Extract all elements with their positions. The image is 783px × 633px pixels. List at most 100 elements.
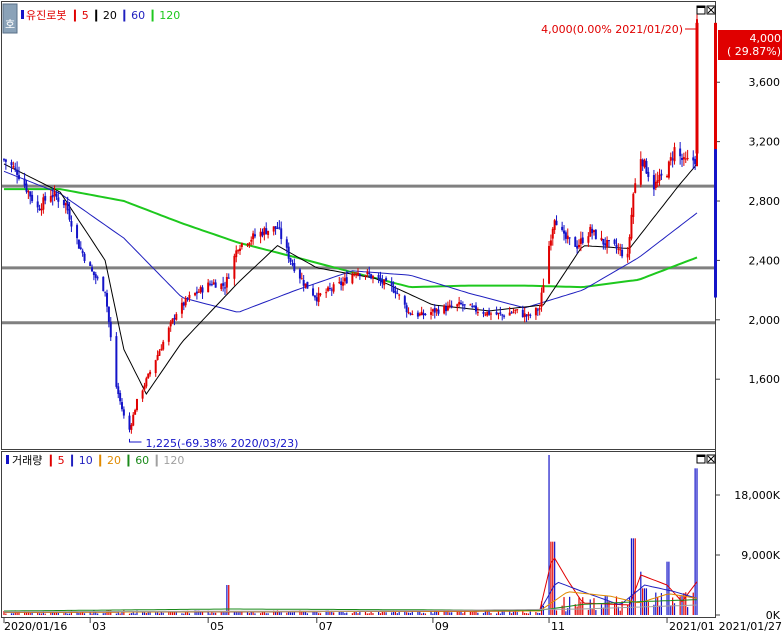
candle-body xyxy=(615,244,618,249)
volume-bar xyxy=(173,612,176,615)
candle-body xyxy=(514,309,517,311)
volume-bar xyxy=(666,561,668,615)
candle-body xyxy=(476,312,479,314)
volume-bar xyxy=(512,611,515,615)
candle-body xyxy=(147,373,150,379)
candle-body xyxy=(313,295,316,298)
candle-body xyxy=(160,348,163,351)
candle-body xyxy=(89,262,92,266)
candle-body xyxy=(527,314,530,316)
candle-body xyxy=(38,208,41,211)
volume-bar xyxy=(524,612,526,615)
current-price-value: 4,000 xyxy=(750,32,782,45)
volume-bar xyxy=(396,613,398,615)
candle-body xyxy=(92,271,95,276)
volume-bar xyxy=(458,611,460,615)
volume-bar xyxy=(155,612,157,615)
candle-body xyxy=(409,313,412,315)
volume-bar xyxy=(580,601,582,615)
candle-body xyxy=(259,231,262,237)
candle-body xyxy=(654,181,657,188)
candle-body xyxy=(184,298,187,306)
volume-bar xyxy=(495,613,498,615)
range-bar-down xyxy=(714,149,717,298)
volume-bar xyxy=(76,612,78,615)
candle-body xyxy=(156,355,159,360)
stock-chart: 3,600 3,200 2,800 2,400 2,000 1,600 18,000K 9,… xyxy=(0,0,783,633)
volume-bar xyxy=(188,613,191,615)
candle-body xyxy=(681,157,684,160)
candle-body xyxy=(379,277,382,281)
candle-body xyxy=(117,386,120,395)
candle-body xyxy=(534,307,537,316)
vol-ma5-legend: 5 xyxy=(58,454,65,467)
volume-bar xyxy=(377,611,380,615)
candle-body xyxy=(293,262,296,272)
candle-body xyxy=(458,302,461,305)
candle-body xyxy=(345,277,348,284)
volume-bar xyxy=(694,468,696,615)
volume-bar xyxy=(263,611,265,615)
candle-body xyxy=(227,277,230,279)
candle-body xyxy=(343,278,346,282)
candle-body xyxy=(169,322,172,327)
volume-bar xyxy=(53,612,56,615)
volume-bar xyxy=(12,613,14,615)
volume-bar xyxy=(640,571,642,615)
volume-bar xyxy=(627,604,629,615)
price-tick-label: 2,400 xyxy=(749,254,781,267)
price-close-button[interactable] xyxy=(706,5,716,15)
price-maximize-button[interactable] xyxy=(696,5,706,15)
candle-body xyxy=(368,272,371,275)
volume-close-button[interactable] xyxy=(706,454,716,464)
candle-body xyxy=(551,228,554,239)
candle-body xyxy=(240,243,243,247)
candle-body xyxy=(267,230,270,235)
volume-series-swatch xyxy=(6,455,9,464)
volume-bar xyxy=(398,612,400,615)
x-tick-label: 07 xyxy=(319,620,333,633)
x-end-label: 2021/01/27 xyxy=(719,620,782,633)
candle-body xyxy=(325,292,328,294)
candle-body xyxy=(263,228,266,235)
candle-body xyxy=(79,247,82,250)
volume-maximize-button[interactable] xyxy=(696,454,706,464)
candle-body xyxy=(207,282,210,293)
volume-bar xyxy=(555,610,558,615)
candle-body xyxy=(36,201,39,208)
candle-body xyxy=(194,292,197,296)
volume-bar xyxy=(183,613,185,615)
volume-bar xyxy=(449,612,451,615)
candle-body xyxy=(312,288,315,296)
volume-bar xyxy=(563,597,565,615)
volume-bar xyxy=(333,612,335,615)
volume-bar xyxy=(104,613,106,615)
volume-bar xyxy=(589,599,591,615)
volume-bar xyxy=(171,612,174,615)
candle-body xyxy=(602,238,605,245)
volume-bar xyxy=(647,601,649,615)
candle-body xyxy=(420,311,423,315)
candle-body xyxy=(224,287,227,289)
candle-body xyxy=(639,159,642,185)
vol-ma60-legend: 60 xyxy=(135,454,149,467)
candle-body xyxy=(274,226,277,229)
price-tick-label: 2,800 xyxy=(749,195,781,208)
volume-bar xyxy=(372,613,374,615)
volume-bar xyxy=(316,612,318,615)
volume-bar xyxy=(91,613,93,615)
volume-bar xyxy=(593,598,595,615)
volume-bar xyxy=(314,611,316,615)
candle-body xyxy=(647,171,650,177)
candle-body xyxy=(317,292,320,302)
candle-body xyxy=(222,283,225,286)
volume-bar xyxy=(469,611,471,615)
candle-body xyxy=(473,305,476,307)
candle-body xyxy=(66,201,69,211)
candle-body xyxy=(600,237,603,241)
volume-bar xyxy=(44,613,46,615)
candle-body xyxy=(686,158,689,160)
candle-body xyxy=(579,238,582,244)
volume-bar xyxy=(379,613,382,615)
volume-bar xyxy=(355,611,357,615)
